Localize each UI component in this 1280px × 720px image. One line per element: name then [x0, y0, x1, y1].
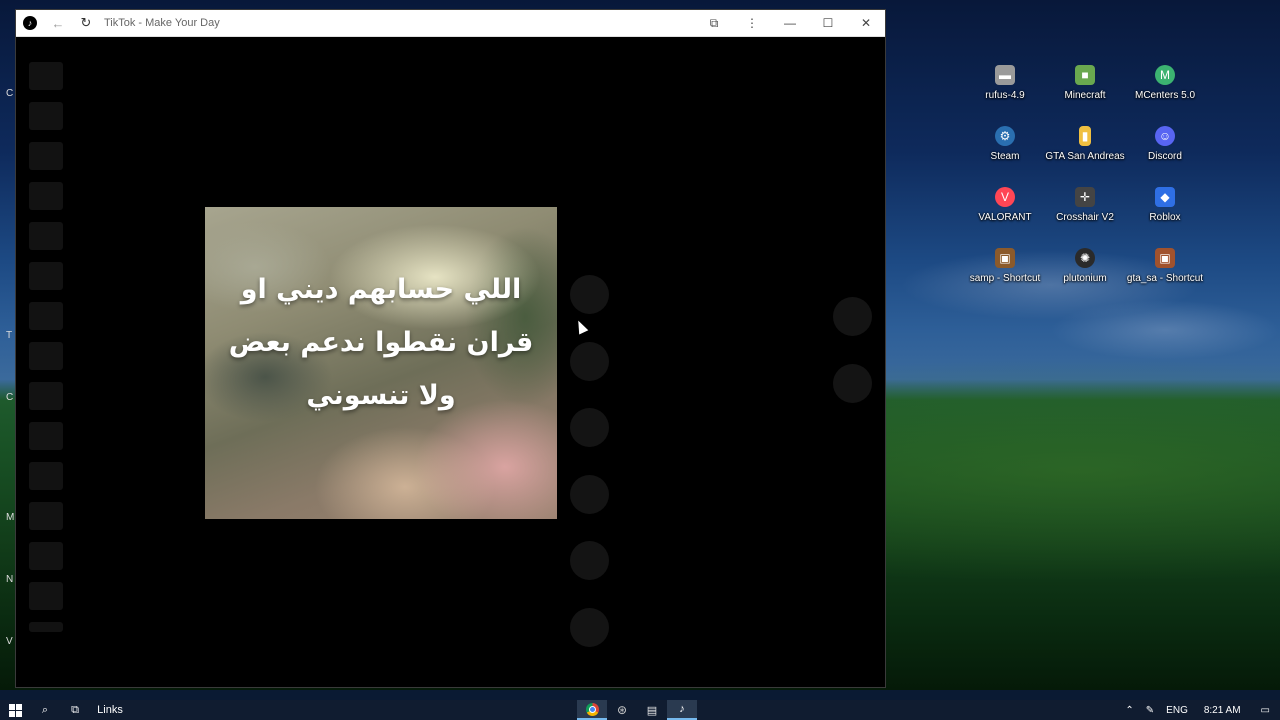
maximize-icon[interactable]: ☐ [809, 10, 847, 37]
desktop-icon-label: MCenters 5.0 [1134, 90, 1196, 101]
skeleton-block [29, 542, 63, 570]
samp-icon: ▣ [995, 248, 1015, 268]
nav-up-placeholder[interactable] [833, 297, 872, 336]
window-title: TikTok - Make Your Day [104, 17, 220, 29]
skeleton-block [29, 262, 63, 290]
desktop-icon-label: Discord [1148, 151, 1182, 162]
desktop-icon-samp[interactable]: ▣ samp - Shortcut [965, 245, 1045, 292]
taskbar-apps: ⊛ ▤ ♪ [577, 700, 697, 720]
tiktok-icon: ♪ [16, 10, 44, 37]
skeleton-block [29, 302, 63, 330]
skeleton-block [29, 62, 63, 90]
search-icon[interactable]: ⌕ [30, 700, 60, 720]
close-icon[interactable]: ✕ [847, 10, 885, 37]
grass-block-icon: ■ [1075, 65, 1095, 85]
mouse-cursor [573, 318, 589, 335]
desktop-icon-plutonium[interactable]: ✺ plutonium [1045, 245, 1125, 292]
windows-start-icon[interactable] [0, 700, 30, 720]
mcenters-icon: M [1155, 65, 1175, 85]
skeleton-block [29, 502, 63, 530]
action-placeholder[interactable] [570, 608, 609, 647]
desktop-icon-label: gta_sa - Shortcut [1126, 273, 1204, 284]
action-placeholder[interactable] [570, 275, 609, 314]
skeleton-block [29, 422, 63, 450]
skeleton-block [29, 342, 63, 370]
reload-icon[interactable]: ↻ [72, 10, 100, 37]
steam-icon[interactable]: ⊛ [607, 700, 637, 720]
browser-window: ♪ ← ↻ TikTok - Make Your Day ⧉ ⋮ — ☐ ✕ ا… [15, 9, 886, 688]
skeleton-block [29, 582, 63, 610]
links-toolbar[interactable]: Links [90, 700, 130, 720]
desktop-icon-label: rufus-4.9 [985, 90, 1025, 101]
nav-down-placeholder[interactable] [833, 364, 872, 403]
desktop-icon-gta-sa[interactable]: ▣ gta_sa - Shortcut [1125, 245, 1205, 292]
wallpaper-cloud [1050, 300, 1280, 360]
video-caption: اللي حسابهم ديني او قران نقطوا ندعم بعض … [228, 274, 534, 411]
tiktok-icon[interactable]: ♪ [667, 700, 697, 720]
title-bar: ♪ ← ↻ TikTok - Make Your Day ⧉ ⋮ — ☐ ✕ [16, 10, 885, 37]
minimize-icon[interactable]: — [771, 10, 809, 37]
puzzle-icon[interactable]: ⧉ [695, 10, 733, 37]
back-arrow-icon[interactable]: ← [44, 10, 72, 37]
skeleton-block [29, 462, 63, 490]
desktop-icon-label: VALORANT [978, 212, 1032, 223]
plutonium-icon: ✺ [1075, 248, 1095, 268]
desktop-icon-label: Minecraft [1064, 90, 1106, 101]
clock[interactable]: 8:21 AM [1194, 700, 1251, 720]
kebab-menu-icon[interactable]: ⋮ [733, 10, 771, 37]
desktop-icon-crosshair[interactable]: ✛ Crosshair V2 [1045, 184, 1125, 231]
desktop-icon-label: Roblox [1149, 212, 1181, 223]
desktop-icon-gta-san-andreas[interactable]: ▮ GTA San Andreas [1045, 123, 1125, 170]
page-content: اللي حسابهم ديني او قران نقطوا ندعم بعض … [16, 37, 885, 687]
task-view-icon[interactable]: ⧉ [60, 700, 90, 720]
file-explorer-icon[interactable]: ▤ [637, 700, 667, 720]
desktop-icon-rufus[interactable]: ▬ rufus-4.9 [965, 62, 1045, 109]
taskbar: ⌕ ⧉ Links ⊛ ▤ ♪ ⌃ ✎ ENG 8:21 AM ▭ [0, 700, 1280, 720]
desktop-icon-grid: ▬ rufus-4.9 ■ Minecraft M MCenters 5.0 ⚙… [965, 62, 1215, 292]
desktop-icon-valorant[interactable]: V VALORANT [965, 184, 1045, 231]
desktop-icon-minecraft[interactable]: ■ Minecraft [1045, 62, 1125, 109]
desktop-icon-mcenters[interactable]: M MCenters 5.0 [1125, 62, 1205, 109]
skeleton-block [29, 382, 63, 410]
network-icon[interactable]: ✎ [1140, 700, 1160, 720]
steam-icon: ⚙ [995, 126, 1015, 146]
desktop-icon-label: GTA San Andreas [1045, 151, 1125, 162]
skeleton-block [29, 182, 63, 210]
gta-icon: ▣ [1155, 248, 1175, 268]
desktop-icon-label: Crosshair V2 [1056, 212, 1114, 223]
folder-icon: ▮ [1079, 126, 1091, 146]
system-tray: ⌃ ✎ ENG 8:21 AM ▭ [1119, 700, 1280, 720]
notification-icon[interactable]: ▭ [1251, 700, 1280, 720]
language-indicator[interactable]: ENG [1160, 700, 1194, 720]
chrome-icon[interactable] [577, 700, 607, 720]
action-placeholder[interactable] [570, 541, 609, 580]
action-placeholder[interactable] [570, 408, 609, 447]
action-placeholder[interactable] [570, 475, 609, 514]
desktop-icon-label: samp - Shortcut [969, 273, 1041, 284]
usb-drive-icon: ▬ [995, 65, 1015, 85]
skeleton-block [29, 142, 63, 170]
skeleton-block [29, 222, 63, 250]
desktop-icon-roblox[interactable]: ◆ Roblox [1125, 184, 1205, 231]
valorant-icon: V [995, 187, 1015, 207]
desktop-icon-label: plutonium [1063, 273, 1107, 284]
desktop-icon-steam[interactable]: ⚙ Steam [965, 123, 1045, 170]
crosshair-icon: ✛ [1075, 187, 1095, 207]
skeleton-block [29, 102, 63, 130]
discord-icon: ☺ [1155, 126, 1175, 146]
skeleton-block [29, 622, 63, 632]
video-player[interactable]: اللي حسابهم ديني او قران نقطوا ندعم بعض … [205, 207, 557, 519]
desktop-icon-label: Steam [990, 151, 1020, 162]
action-placeholder[interactable] [570, 342, 609, 381]
roblox-icon: ◆ [1155, 187, 1175, 207]
desktop-icon-discord[interactable]: ☺ Discord [1125, 123, 1205, 170]
chevron-up-icon[interactable]: ⌃ [1119, 700, 1139, 720]
